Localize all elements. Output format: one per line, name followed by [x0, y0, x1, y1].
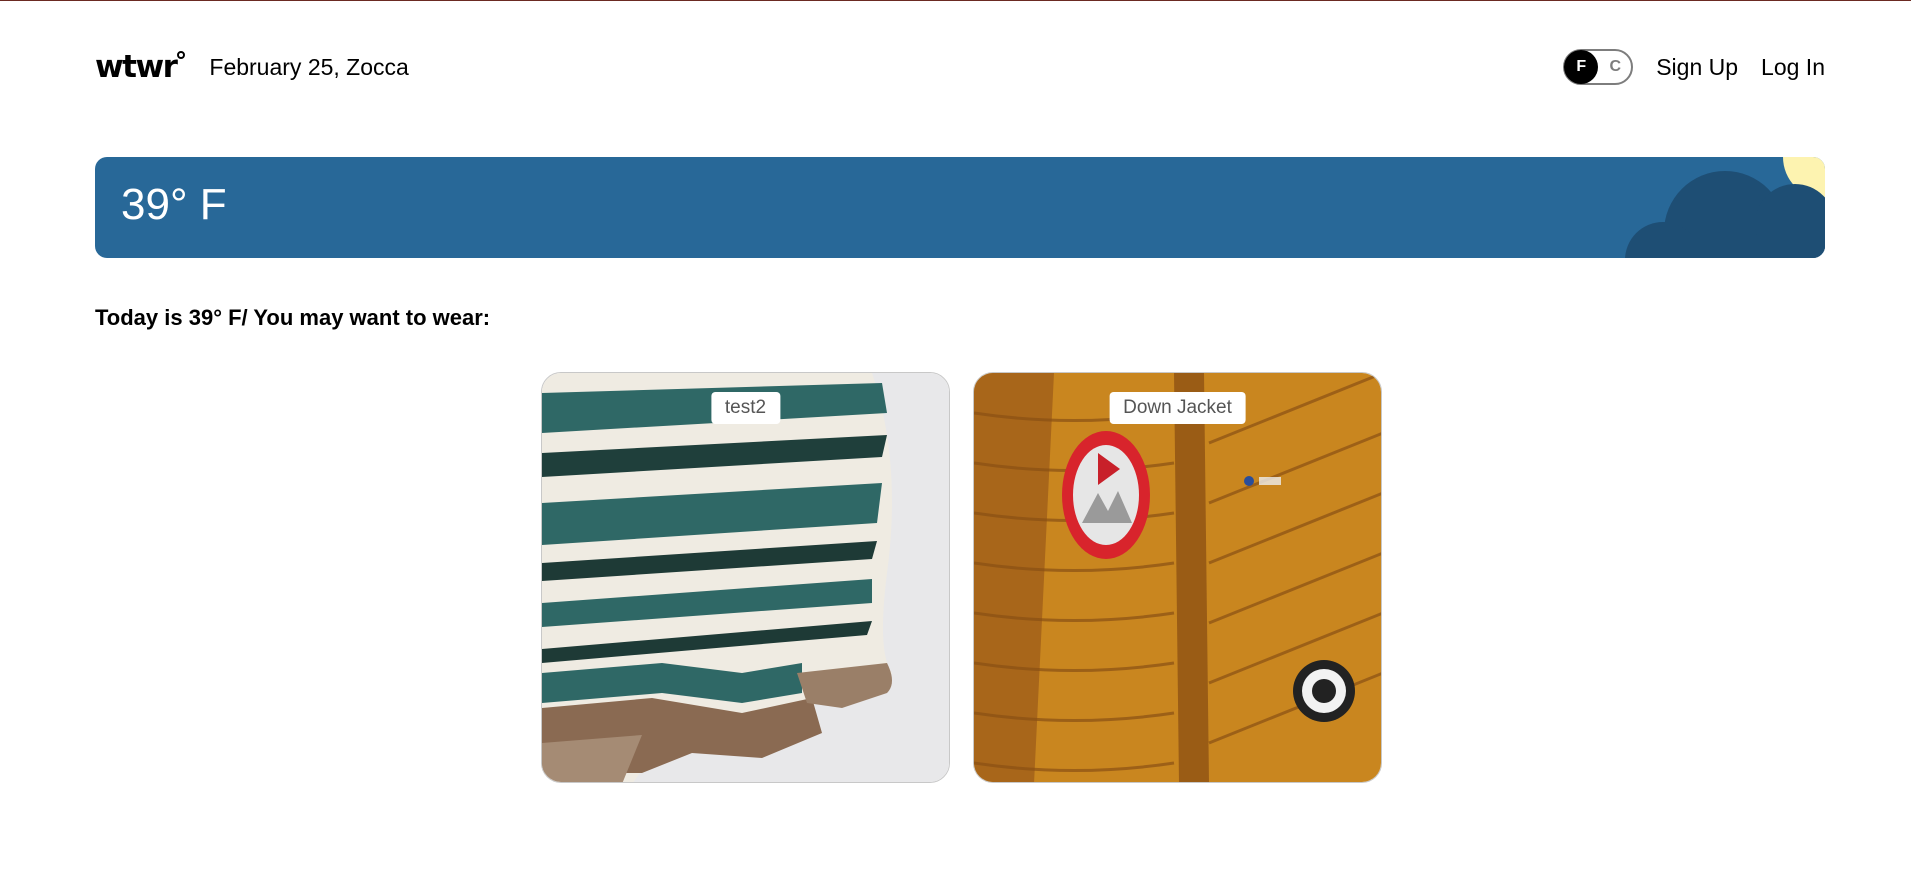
clothing-card-name: Down Jacket [1109, 392, 1246, 424]
header: wtwr February 25, Zocca F C Sign Up Log … [95, 44, 1825, 90]
clothing-card[interactable]: test2 [541, 372, 950, 783]
weather-art [1625, 157, 1825, 258]
clothing-card-name: test2 [710, 392, 781, 424]
weather-temperature: 39° F [121, 180, 227, 229]
login-button[interactable]: Log In [1761, 54, 1825, 81]
logo-degree-icon [177, 50, 186, 59]
temperature-unit-toggle[interactable]: F C [1563, 49, 1634, 85]
recommendation-text: Today is 39° F/ You may want to wear: [95, 305, 491, 330]
cloud-icon [1625, 171, 1825, 258]
knit-sweater-image [542, 373, 949, 782]
weather-card: 39° F [95, 157, 1825, 258]
logo[interactable]: wtwr [95, 50, 186, 83]
toggle-f-label: F [1576, 58, 1587, 75]
expedition-patch-icon [1293, 660, 1355, 722]
date-location: February 25, Zocca [209, 53, 409, 80]
clothing-card[interactable]: Down Jacket [973, 372, 1382, 783]
everest-patch-icon [1062, 431, 1150, 559]
toggle-c-label: C [1609, 58, 1621, 75]
top-border [0, 0, 1911, 1]
clothing-cards: test2 Down Jacket [541, 372, 1382, 783]
signup-button[interactable]: Sign Up [1656, 54, 1738, 81]
down-jacket-image [974, 373, 1381, 782]
